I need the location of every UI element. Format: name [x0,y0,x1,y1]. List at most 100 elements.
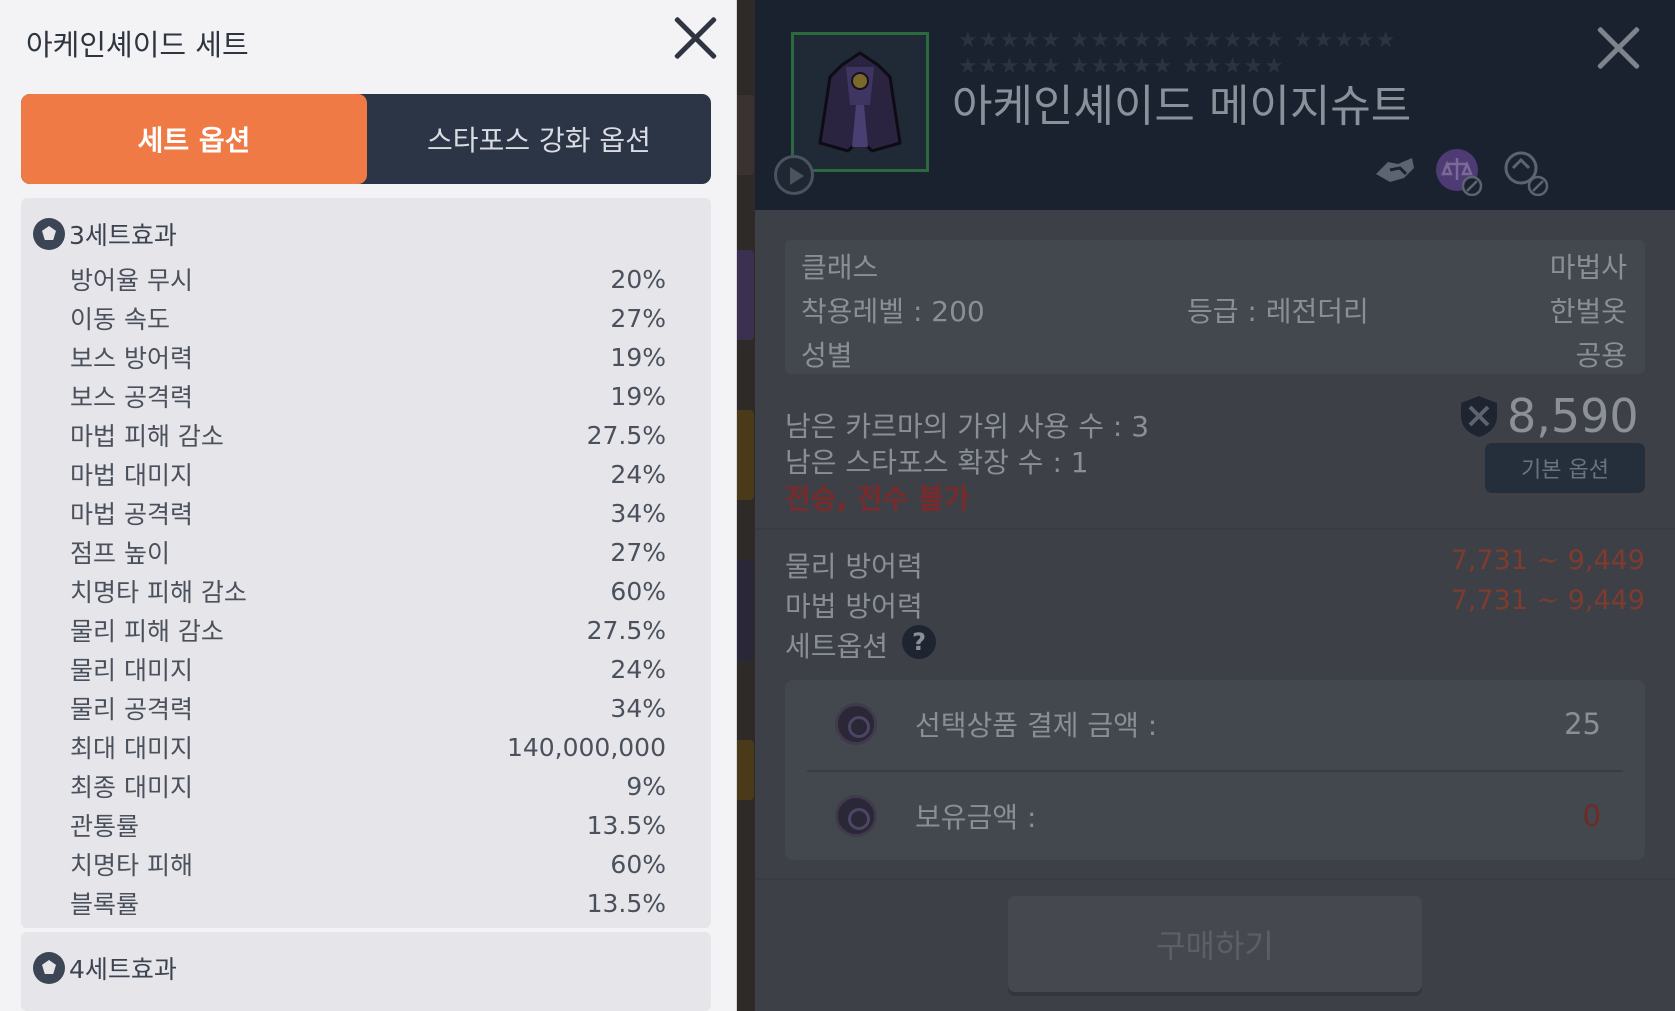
starforce-extension: 남은 스타포스 확장 수 : 1 [785,446,1089,479]
option-value: 27.5% [586,420,666,450]
exchange-disabled-icon [1504,151,1549,196]
payment-box: 선택상품 결제 금액 : 25 보유금액 : 0 [785,680,1645,860]
divider [755,528,1675,530]
stat-label: 세트옵션 [785,630,889,663]
option-value: 27.5% [586,615,666,645]
set-effect-4[interactable]: 4세트효과 [21,932,711,1011]
set-emblem-icon [33,218,65,250]
set-effect-header: 4세트효과 [33,950,177,986]
item-price: 8,590 [1459,389,1639,443]
buy-button[interactable]: 구매하기 [1008,896,1422,992]
option-name: 보스 공격력 [70,383,193,412]
stat-label: 물리 방어력 [785,550,923,583]
transfer-note: 전승, 전수 불가 [785,482,970,515]
option-name: 마법 피해 감소 [70,422,224,451]
karma-uses: 남은 카르마의 가위 사용 수 : 3 [785,410,1150,443]
payment-value: 25 [1564,707,1601,741]
divider [755,878,1675,880]
set-option-row: 관통률 13.5% [70,807,666,843]
option-name: 관통률 [70,812,140,841]
set-option-row: 마법 공격력 34% [70,495,666,531]
option-value: 13.5% [586,810,666,840]
set-option-row: 이동 속도 27% [70,300,666,336]
balance-value: 0 [1582,799,1601,833]
option-value: 27% [610,537,666,567]
balance-label: 보유금액 : [915,801,1037,834]
option-name: 최종 대미지 [70,773,193,802]
magic-defense: 마법 방어력 7,731 ~ 9,449 [785,585,1645,625]
gender-label: 성별 [801,339,853,372]
scale-disabled-icon [1436,149,1483,196]
set-option-row: 점프 높이 27% [70,534,666,570]
set-effect-header: 3세트효과 [33,216,177,252]
option-value: 20% [610,264,666,294]
set-effect-label: 3세트효과 [69,221,177,250]
class-value: 마법사 [1549,251,1627,284]
tab-starforce-options[interactable]: 스타포스 강화 옵션 [367,94,711,184]
option-name: 치명타 피해 [70,851,193,880]
option-value: 24% [610,654,666,684]
option-name: 마법 공격력 [70,500,193,529]
handshake-icon [1376,158,1414,182]
set-effect-label: 4세트효과 [69,955,177,984]
option-name: 블록률 [70,890,140,919]
set-option-row: 마법 피해 감소 27.5% [70,417,666,453]
option-value: 60% [610,849,666,879]
option-name: 최대 대미지 [70,734,193,763]
shield-coin-icon [1461,396,1497,437]
stat-value: 7,731 ~ 9,449 [1450,585,1645,616]
set-option-row: 방어율 무시 20% [70,261,666,297]
set-option-row: 보스 공격력 19% [70,378,666,414]
star-row: ★★★★★ ★★★★★ ★★★★★ ★★★★★ [958,28,1397,53]
option-name: 물리 대미지 [70,656,193,685]
physical-defense: 물리 방어력 7,731 ~ 9,449 [785,545,1645,585]
option-value: 9% [626,771,666,801]
set-option-row: 마법 대미지 24% [70,456,666,492]
gender-value: 공용 [1575,339,1627,372]
set-option-row: 치명타 피해 60% [70,846,666,882]
option-value: 60% [610,576,666,606]
balance-row: 보유금액 : 0 [785,772,1645,860]
item-header: ★★★★★ ★★★★★ ★★★★★ ★★★★★ ★★★★★ ★★★★★ ★★★★… [755,0,1675,210]
set-effect-3: 3세트효과 방어율 무시 20% 이동 속도 27% 보스 방어력 19% 보스 공격력 19… [21,198,711,928]
item-name: 아케인셰이드 메이지슈트 [952,81,1412,132]
payment-row: 선택상품 결제 금액 : 25 [785,680,1645,768]
set-option-row: 물리 공격력 34% [70,690,666,726]
play-icon[interactable] [774,155,814,195]
item-image [791,32,929,172]
option-tabs: 세트 옵션 스타포스 강화 옵션 [21,94,711,184]
set-option-row: 보스 방어력 19% [70,339,666,375]
base-option-button[interactable]: 기본 옵션 [1485,443,1645,493]
stat-value: 7,731 ~ 9,449 [1450,545,1645,576]
level-label: 착용레벨 : 200 [801,295,985,328]
option-value: 19% [610,381,666,411]
option-name: 마법 대미지 [70,461,193,490]
tab-set-options[interactable]: 세트 옵션 [21,94,367,184]
close-icon[interactable] [666,8,724,66]
option-name: 물리 공격력 [70,695,193,724]
set-option-row: 세트옵션 ? [785,625,1645,665]
coin-icon [835,703,877,745]
close-icon[interactable] [1591,20,1645,74]
set-option-row: 최대 대미지 140,000,000 [70,729,666,765]
option-value: 140,000,000 [506,732,666,762]
option-value: 34% [610,693,666,723]
set-option-row: 물리 대미지 24% [70,651,666,687]
set-option-row: 블록률 13.5% [70,885,666,921]
option-name: 방어율 무시 [70,266,193,295]
stat-label: 마법 방어력 [785,590,923,623]
price-value: 8,590 [1507,389,1639,443]
class-label: 클래스 [801,251,879,284]
set-options-panel: 아케인셰이드 세트 세트 옵션 스타포스 강화 옵션 3세트효과 방어율 무시 2… [0,0,737,1011]
option-value: 19% [610,342,666,372]
option-value: 34% [610,498,666,528]
help-icon[interactable]: ? [902,625,937,659]
set-option-row: 최종 대미지 9% [70,768,666,804]
option-name: 치명타 피해 감소 [70,578,247,607]
set-option-row: 치명타 피해 감소 60% [70,573,666,609]
item-info-box: 클래스 마법사 착용레벨 : 200 등급 : 레전더리 한벌옷 성별 공용 [785,240,1645,374]
grade-label: 등급 : 레전더리 [1187,295,1369,328]
set-emblem-icon [33,952,65,984]
option-value: 13.5% [586,888,666,918]
coin-icon [835,795,877,837]
